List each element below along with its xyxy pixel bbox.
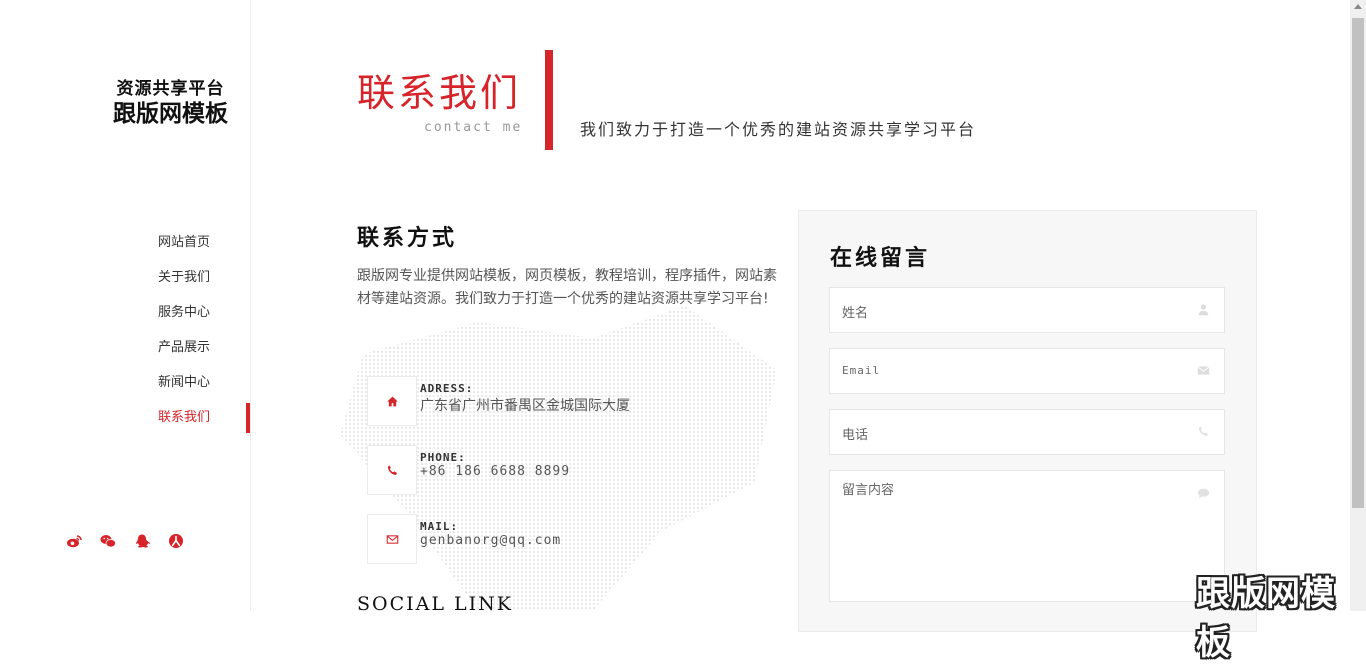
contact-section-title: 联系方式 [357,225,458,251]
page-title: 联系我们 [357,71,522,115]
title-divider [545,50,553,150]
site-logo[interactable]: 资源共享平台 跟版网模板 [108,78,233,128]
name-placeholder: 姓名 [842,306,869,321]
qq-icon[interactable] [134,533,150,549]
address-label: ADRESS: [420,382,474,395]
mail-value[interactable]: genbanorg@qq.com [420,533,561,548]
phone-icon [1198,426,1208,437]
comment-icon [1197,488,1210,499]
email-placeholder: Email [842,364,881,377]
weibo-icon[interactable] [66,533,82,549]
nav-item-contact[interactable]: 联系我们 [0,403,250,438]
phone-label: PHONE: [420,451,466,464]
nav-item-home[interactable]: 网站首页 [0,228,250,263]
phone-field[interactable]: 电话 [829,409,1225,455]
page-scrollbar[interactable] [1350,0,1366,611]
renren-icon[interactable] [168,533,184,549]
watermark-logo: 跟版网模板 [1196,574,1336,663]
envelope-icon [1197,366,1210,375]
phone-placeholder: 电话 [842,428,869,443]
envelope-icon [367,514,417,564]
contact-description: 跟版网专业提供网站模板，网页模板，教程培训，程序插件，网站素材等建站资源。我们致… [357,268,777,307]
nav-item-about[interactable]: 关于我们 [0,263,250,298]
scroll-up-arrow-icon[interactable] [1354,4,1362,9]
wechat-icon[interactable] [100,533,117,549]
nav-item-news[interactable]: 新闻中心 [0,368,250,403]
message-field[interactable]: 留言内容 [829,470,1225,602]
social-link-title: SOCIAL LINK [357,593,513,615]
page-slogan: 我们致力于打造一个优秀的建站资源共享学习平台 [580,120,977,139]
main-nav: 网站首页 关于我们 服务中心 产品展示 新闻中心 联系我们 [0,228,250,438]
scroll-thumb[interactable] [1352,18,1364,508]
message-placeholder: 留言内容 [842,483,895,498]
phone-icon [367,445,417,495]
user-icon [1198,304,1209,316]
name-field[interactable]: 姓名 [829,287,1225,333]
social-icons [66,533,184,549]
mail-label: MAIL: [420,520,459,533]
logo-line2: 跟版网模板 [113,101,228,127]
home-icon [367,376,417,426]
logo-line1: 资源共享平台 [116,79,225,99]
form-title: 在线留言 [830,245,931,271]
phone-value: +86 186 6688 8899 [420,464,571,479]
email-field[interactable]: Email [829,348,1225,394]
nav-item-services[interactable]: 服务中心 [0,298,250,333]
address-value: 广东省广州市番禺区金城国际大厦 [420,398,630,414]
nav-item-products[interactable]: 产品展示 [0,333,250,368]
page-subtitle: contact me [424,120,523,135]
sidebar: 资源共享平台 跟版网模板 网站首页 关于我们 服务中心 产品展示 新闻中心 联系… [0,0,251,611]
